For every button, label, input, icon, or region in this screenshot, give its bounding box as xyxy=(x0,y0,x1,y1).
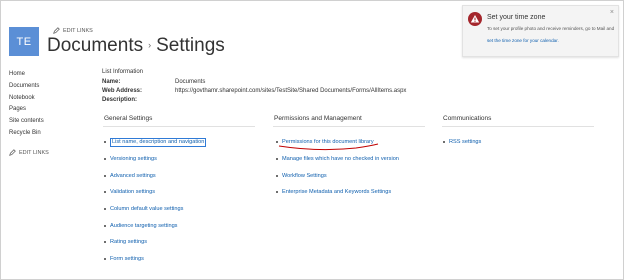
close-icon[interactable]: × xyxy=(610,9,614,16)
communications-divider xyxy=(442,126,594,127)
settings-link[interactable]: Advanced settings xyxy=(104,167,206,184)
audience-targeting-link[interactable]: Audience targeting settings xyxy=(110,223,177,229)
validation-settings-link[interactable]: Validation settings xyxy=(110,189,155,195)
bullet xyxy=(104,241,106,244)
bullet xyxy=(104,191,106,194)
bullet xyxy=(104,208,106,211)
versioning-settings-link[interactable]: Versioning settings xyxy=(110,156,157,162)
web-address-value: https://govthamr.sharepoint.com/sites/Te… xyxy=(175,88,407,94)
timezone-notification: Set your time zone To set your profile p… xyxy=(462,5,619,57)
page-title[interactable]: Documents xyxy=(47,35,143,57)
nav-item-pages[interactable]: Pages xyxy=(9,104,89,116)
enterprise-metadata-link[interactable]: Enterprise Metadata and Keywords Setting… xyxy=(282,189,391,195)
alert-icon xyxy=(468,12,482,26)
edit-links-label: EDIT LINKS xyxy=(19,149,49,156)
bullet xyxy=(104,141,106,144)
permissions-links: Permissions for this document library Ma… xyxy=(276,134,399,201)
timezone-link[interactable]: set the time zone for your calendar. xyxy=(487,38,559,43)
settings-link[interactable]: Audience targeting settings xyxy=(104,217,206,234)
communications-heading: Communications xyxy=(443,115,492,122)
edit-links-label: EDIT LINKS xyxy=(63,27,93,34)
bullet xyxy=(104,158,106,161)
permissions-divider xyxy=(273,126,425,127)
list-name-value: Documents xyxy=(175,79,206,85)
permissions-heading: Permissions and Management xyxy=(274,115,362,122)
red-underline-annotation xyxy=(278,143,379,151)
page-title-area: Documents › Settings xyxy=(47,35,225,57)
settings-link[interactable]: Validation settings xyxy=(104,184,206,201)
general-settings-heading: General Settings xyxy=(104,115,153,122)
rating-settings-link[interactable]: Rating settings xyxy=(110,239,147,245)
settings-link[interactable]: List name, description and navigation xyxy=(104,134,207,151)
pencil-icon xyxy=(9,149,16,156)
settings-link[interactable]: Rating settings xyxy=(104,234,206,251)
rss-settings-link[interactable]: RSS settings xyxy=(449,139,481,145)
general-settings-divider xyxy=(103,126,255,127)
settings-link[interactable]: Manage files which have no checked in ve… xyxy=(276,151,399,168)
advanced-settings-link[interactable]: Advanced settings xyxy=(110,173,156,179)
column-default-link[interactable]: Column default value settings xyxy=(110,206,183,212)
site-logo[interactable]: TE xyxy=(9,27,39,56)
bullet xyxy=(104,174,106,177)
settings-link[interactable]: Form settings xyxy=(104,251,206,268)
pencil-icon xyxy=(53,27,60,34)
bullet xyxy=(276,191,278,194)
nav-item-recycle-bin[interactable]: Recycle Bin xyxy=(9,128,89,140)
edit-links-side[interactable]: EDIT LINKS xyxy=(9,149,49,156)
notification-title: Set your time zone xyxy=(487,14,546,21)
list-name-label: Name: xyxy=(102,79,121,85)
general-settings-links: List name, description and navigation Ve… xyxy=(104,134,207,268)
workflow-settings-link[interactable]: Workflow Settings xyxy=(282,173,327,179)
manage-files-link[interactable]: Manage files which have no checked in ve… xyxy=(282,156,399,162)
web-address-label: Web Address: xyxy=(102,88,143,94)
nav-item-notebook[interactable]: Notebook xyxy=(9,93,89,105)
nav-item-documents[interactable]: Documents xyxy=(9,81,89,93)
bullet xyxy=(104,258,106,261)
nav-item-home[interactable]: Home xyxy=(9,69,89,81)
alert-glyph xyxy=(470,15,480,23)
communications-links: RSS settings xyxy=(443,134,481,151)
settings-link[interactable]: Enterprise Metadata and Keywords Setting… xyxy=(276,184,399,201)
left-navigation: Home Documents Notebook Pages Site conte… xyxy=(9,69,89,140)
settings-link[interactable]: Workflow Settings xyxy=(276,167,399,184)
breadcrumb-separator: › xyxy=(148,40,152,50)
settings-link[interactable]: Column default value settings xyxy=(104,201,206,218)
description-label: Description: xyxy=(102,97,138,103)
list-information-heading: List Information xyxy=(102,69,144,75)
edit-links-top[interactable]: EDIT LINKS xyxy=(53,27,93,34)
bullet xyxy=(276,158,278,161)
bullet xyxy=(276,174,278,177)
settings-link[interactable]: Permissions for this document library xyxy=(276,134,399,151)
form-settings-link[interactable]: Form settings xyxy=(110,256,144,262)
list-name-link[interactable]: List name, description and navigation xyxy=(110,137,207,147)
nav-item-site-contents[interactable]: Site contents xyxy=(9,116,89,128)
settings-link[interactable]: Versioning settings xyxy=(104,151,206,168)
bullet xyxy=(104,224,106,227)
notification-body: To set your profile photo and receive re… xyxy=(487,26,615,31)
page-subtitle: Settings xyxy=(156,35,225,56)
permissions-link[interactable]: Permissions for this document library xyxy=(278,139,379,151)
settings-link[interactable]: RSS settings xyxy=(443,134,481,151)
bullet xyxy=(443,141,445,144)
